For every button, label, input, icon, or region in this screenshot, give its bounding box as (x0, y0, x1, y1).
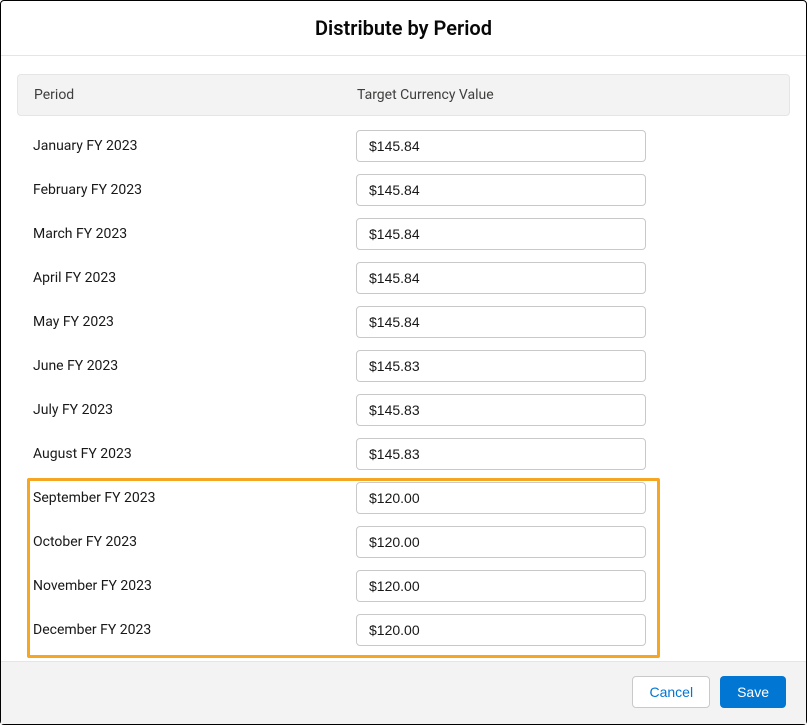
dialog-content: Period Target Currency Value January FY … (1, 56, 806, 661)
value-input[interactable] (356, 306, 646, 338)
value-input[interactable] (356, 614, 646, 646)
period-label: July FY 2023 (33, 402, 356, 418)
table-row: March FY 2023 (17, 212, 790, 256)
value-input[interactable] (356, 526, 646, 558)
period-label: April FY 2023 (33, 270, 356, 286)
period-label: May FY 2023 (33, 314, 356, 330)
dialog-title: Distribute by Period (1, 16, 806, 40)
table-row: August FY 2023 (17, 432, 790, 476)
table-row: December FY 2023 (17, 608, 790, 652)
period-label: January FY 2023 (33, 138, 356, 154)
period-label: February FY 2023 (33, 182, 356, 198)
period-label: March FY 2023 (33, 226, 356, 242)
table-row: January FY 2023 (17, 124, 790, 168)
dialog-header: Distribute by Period (1, 1, 806, 56)
period-label: December FY 2023 (33, 622, 356, 638)
table-row: April FY 2023 (17, 256, 790, 300)
value-input[interactable] (356, 218, 646, 250)
table-row: November FY 2023 (17, 564, 790, 608)
period-label: November FY 2023 (33, 578, 356, 594)
table-header: Period Target Currency Value (17, 74, 790, 116)
period-label: September FY 2023 (33, 490, 356, 506)
value-input[interactable] (356, 438, 646, 470)
value-input[interactable] (356, 174, 646, 206)
table-row: July FY 2023 (17, 388, 790, 432)
table-row: June FY 2023 (17, 344, 790, 388)
period-label: August FY 2023 (33, 446, 356, 462)
table-row: May FY 2023 (17, 300, 790, 344)
value-input[interactable] (356, 130, 646, 162)
table-row: February FY 2023 (17, 168, 790, 212)
period-label: June FY 2023 (33, 358, 356, 374)
table-row: October FY 2023 (17, 520, 790, 564)
table-row: September FY 2023 (17, 476, 790, 520)
dialog-footer: Cancel Save (1, 661, 806, 724)
value-input[interactable] (356, 350, 646, 382)
table-rows: January FY 2023 February FY 2023 March F… (17, 116, 790, 652)
save-button[interactable]: Save (720, 676, 786, 708)
value-input[interactable] (356, 262, 646, 294)
period-label: October FY 2023 (33, 534, 356, 550)
cancel-button[interactable]: Cancel (632, 676, 710, 708)
column-header-period: Period (34, 87, 357, 103)
value-input[interactable] (356, 482, 646, 514)
value-input[interactable] (356, 394, 646, 426)
value-input[interactable] (356, 570, 646, 602)
column-header-value: Target Currency Value (357, 87, 773, 103)
